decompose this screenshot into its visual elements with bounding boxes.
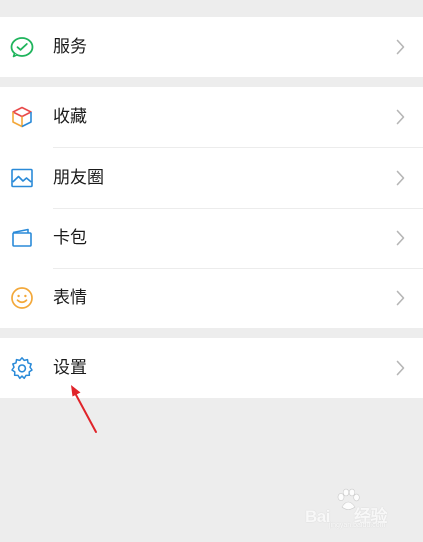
menu-item-moments[interactable]: 朋友圈 bbox=[0, 148, 423, 208]
smiley-face-icon bbox=[11, 287, 33, 309]
chevron-right-icon bbox=[396, 360, 405, 376]
menu-item-cards[interactable]: 卡包 bbox=[0, 208, 423, 268]
card-wallet-icon bbox=[12, 228, 32, 247]
menu-item-label: 朋友圈 bbox=[53, 168, 104, 188]
menu-item-label: 表情 bbox=[53, 288, 87, 308]
chevron-right-icon bbox=[396, 39, 405, 55]
menu-item-services[interactable]: 服务 bbox=[0, 17, 423, 77]
menu-item-label: 卡包 bbox=[53, 228, 87, 248]
chevron-right-icon bbox=[396, 290, 405, 306]
chevron-right-icon bbox=[396, 109, 405, 125]
menu-item-stickers[interactable]: 表情 bbox=[0, 268, 423, 328]
moments-picture-icon bbox=[11, 168, 33, 188]
annotation-arrow-icon bbox=[71, 385, 97, 433]
menu-item-label: 收藏 bbox=[53, 107, 87, 127]
menu-item-label: 服务 bbox=[53, 37, 87, 57]
chevron-right-icon bbox=[396, 230, 405, 246]
services-group: 服务 bbox=[0, 17, 423, 77]
watermark-url: jingyan.baidu.com bbox=[329, 522, 386, 529]
features-group: 收藏 朋友圈 卡包 表情 bbox=[0, 87, 423, 328]
baidu-watermark: Bai 经验 jingyan.baidu.com bbox=[305, 488, 415, 532]
menu-item-favorites[interactable]: 收藏 bbox=[0, 87, 423, 147]
services-icon bbox=[10, 37, 34, 58]
chevron-right-icon bbox=[396, 170, 405, 186]
gear-icon bbox=[11, 357, 33, 380]
favorites-cube-icon bbox=[12, 106, 32, 128]
